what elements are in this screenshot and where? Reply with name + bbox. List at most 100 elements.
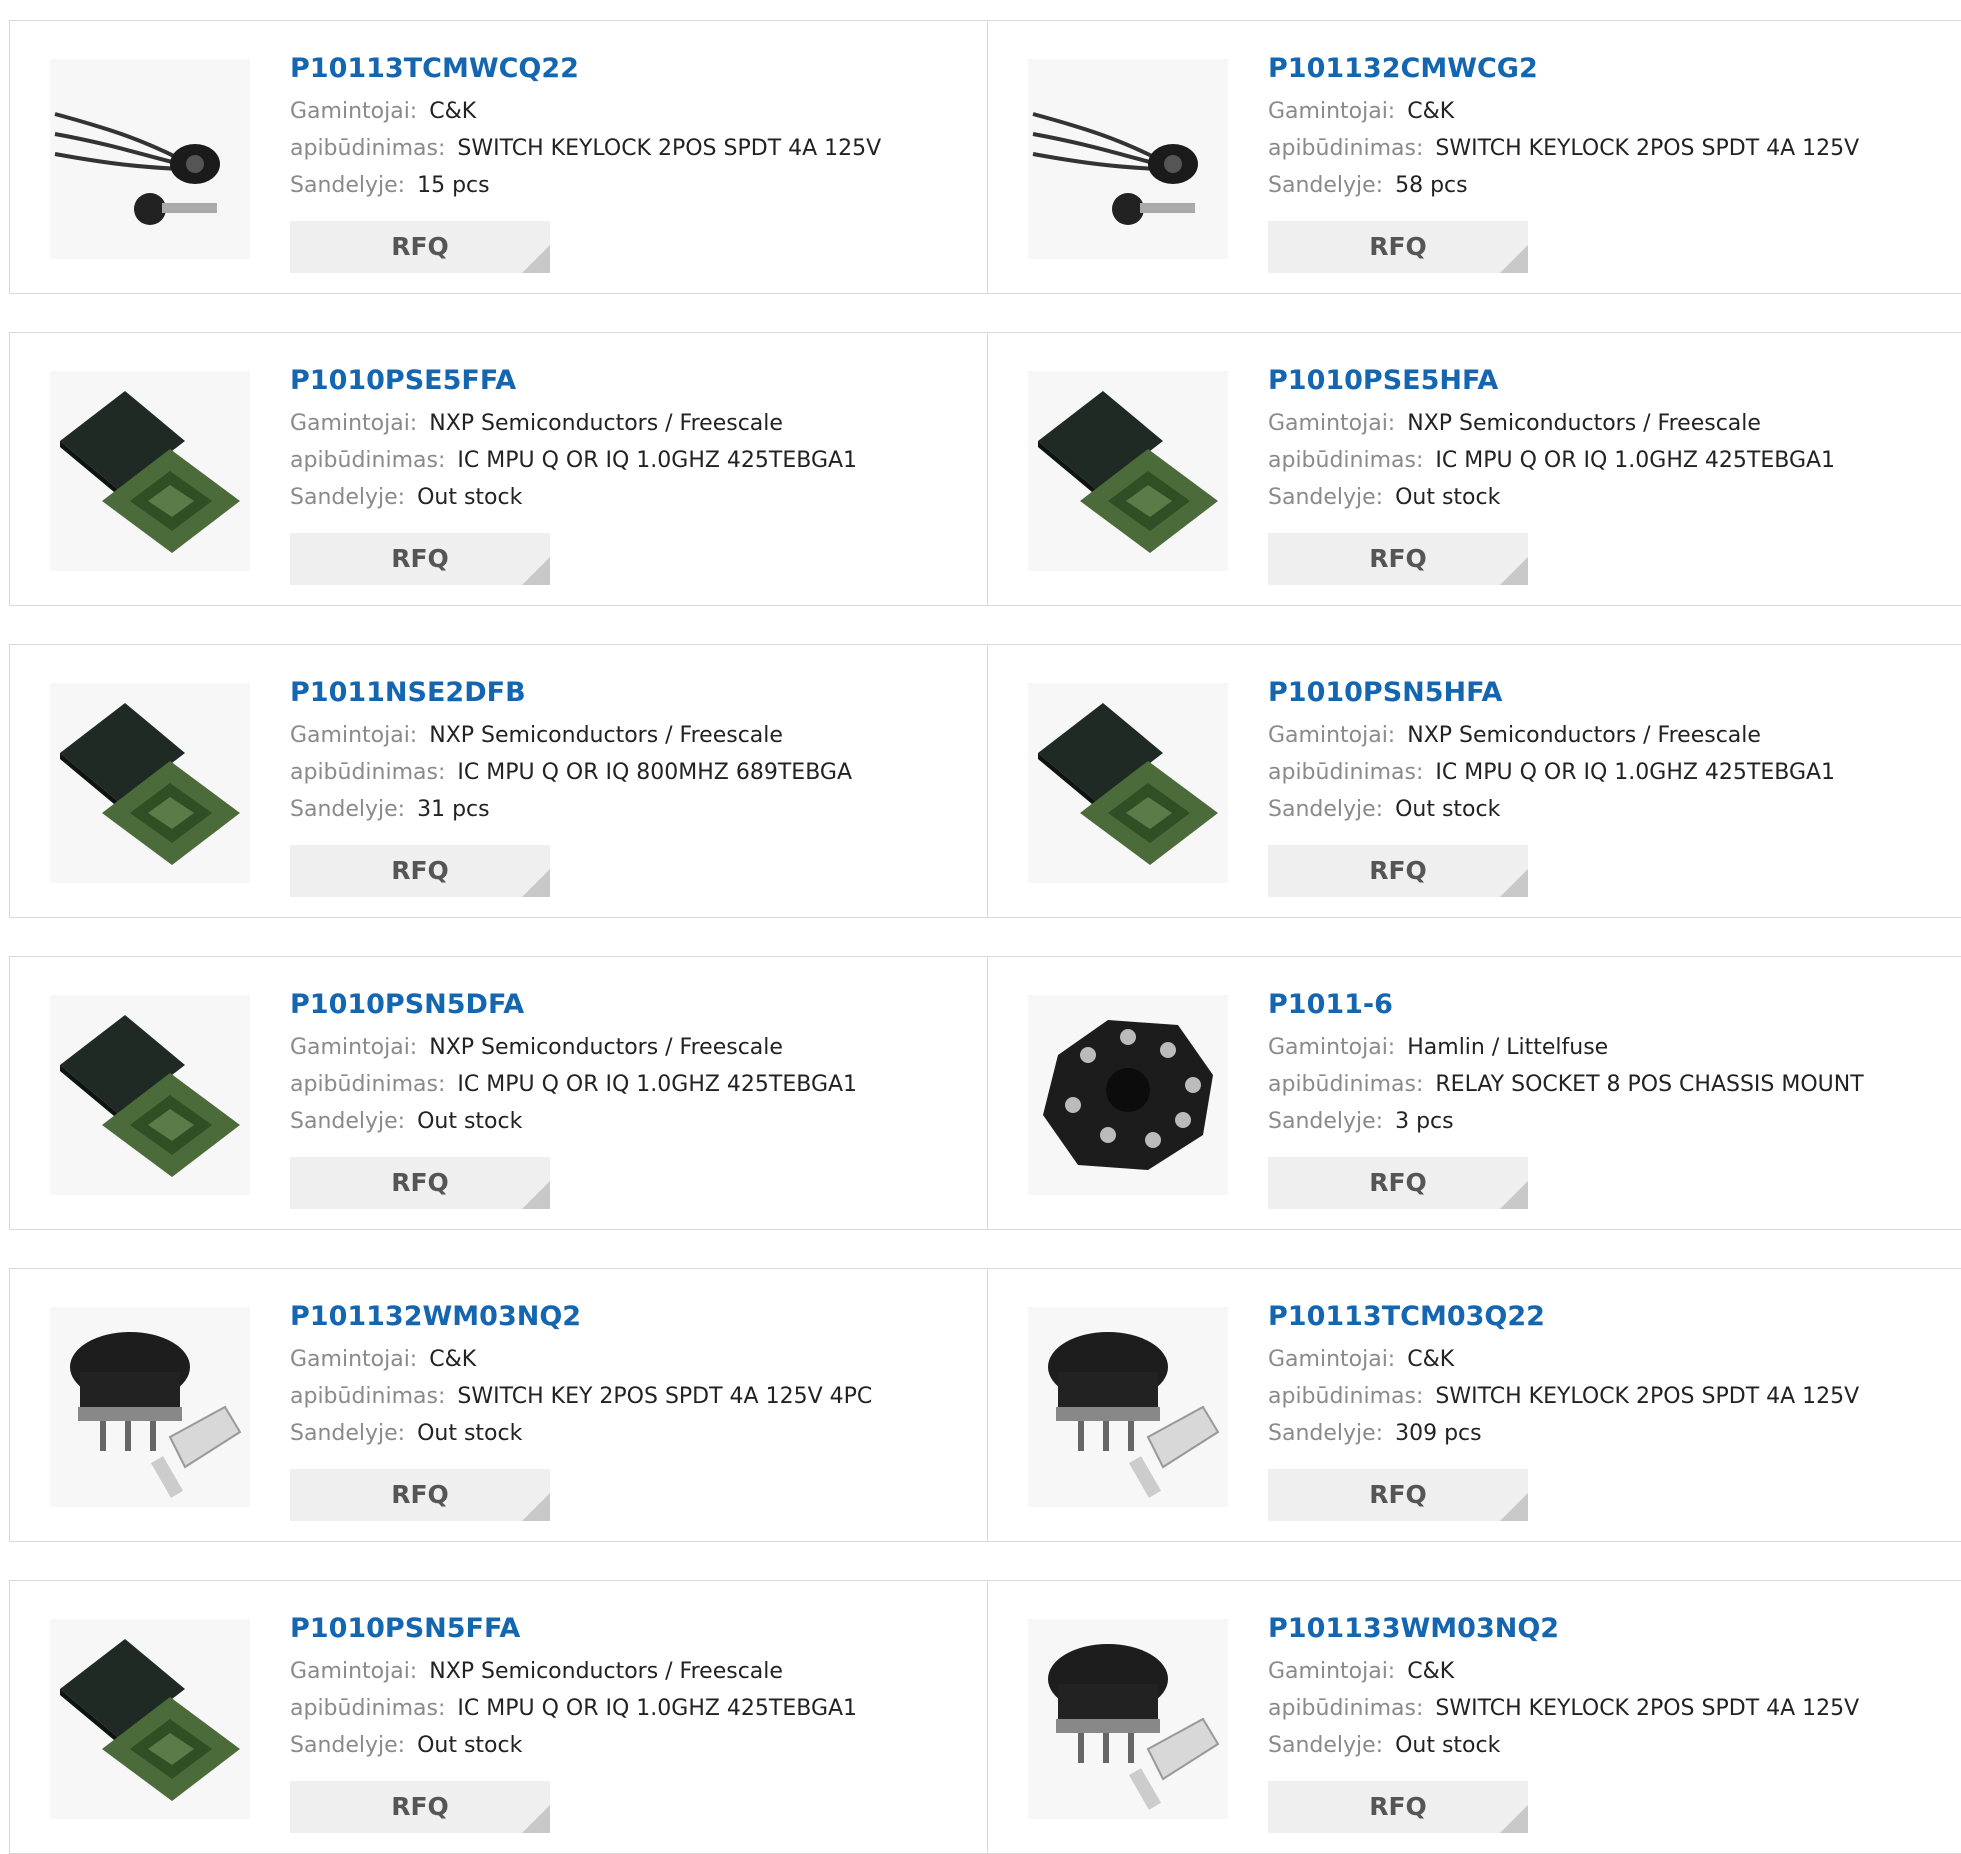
rfq-corner-decoration bbox=[522, 245, 550, 273]
manufacturer-line: Gamintojai: NXP Semiconductors / Freescal… bbox=[290, 717, 852, 754]
keyswitch-panel-icon bbox=[1028, 1619, 1228, 1819]
description-value: SWITCH KEYLOCK 2POS SPDT 4A 125V bbox=[1435, 136, 1860, 161]
rfq-button[interactable]: RFQ bbox=[1268, 1157, 1528, 1209]
manufacturer-value: Hamlin / Littelfuse bbox=[1407, 1035, 1609, 1060]
product-link[interactable]: P1010PSE5FFA bbox=[290, 363, 857, 399]
rfq-button[interactable]: RFQ bbox=[1268, 533, 1528, 585]
description-label: apibūdinimas: bbox=[290, 1072, 446, 1097]
product-link[interactable]: P101132WM03NQ2 bbox=[290, 1299, 872, 1335]
product-info: P1010PSE5FFA Gamintojai: NXP Semiconductor… bbox=[290, 363, 857, 516]
description-label: apibūdinimas: bbox=[290, 448, 446, 473]
product-link[interactable]: P1010PSN5FFA bbox=[290, 1611, 857, 1647]
rfq-button[interactable]: RFQ bbox=[1268, 845, 1528, 897]
product-card: P1010PSE5FFA Gamintojai: NXP Semiconductor… bbox=[10, 333, 988, 605]
stock-value: 31 pcs bbox=[417, 797, 490, 822]
product-row: P10113TCMWCQ22 Gamintojai: C&K apibūdinimas… bbox=[9, 20, 1961, 294]
product-card: P1011NSE2DFB Gamintojai: NXP Semiconductor… bbox=[10, 645, 988, 917]
stock-label: Sandelyje: bbox=[1268, 1109, 1384, 1134]
bga-chip-icon bbox=[1028, 683, 1228, 883]
stock-value: Out stock bbox=[1395, 485, 1501, 510]
manufacturer-label: Gamintojai: bbox=[1268, 1659, 1396, 1684]
rfq-button[interactable]: RFQ bbox=[1268, 1469, 1528, 1521]
stock-label: Sandelyje: bbox=[290, 1421, 406, 1446]
product-link[interactable]: P1011-6 bbox=[1268, 987, 1864, 1023]
product-card: P10113TCMWCQ22 Gamintojai: C&K apibūdinimas… bbox=[10, 21, 988, 293]
description-value: IC MPU Q OR IQ 1.0GHZ 425TEBGA1 bbox=[457, 1072, 858, 1097]
product-link[interactable]: P1010PSN5DFA bbox=[290, 987, 857, 1023]
description-label: apibūdinimas: bbox=[1268, 448, 1424, 473]
rfq-button[interactable]: RFQ bbox=[290, 1157, 550, 1209]
rfq-label: RFQ bbox=[391, 1480, 449, 1509]
product-link[interactable]: P10113TCM03Q22 bbox=[1268, 1299, 1859, 1335]
product-link[interactable]: P101133WM03NQ2 bbox=[1268, 1611, 1859, 1647]
product-info: P101132WM03NQ2 Gamintojai: C&K apibūdinimas… bbox=[290, 1299, 872, 1452]
stock-line: Sandelyje: Out stock bbox=[1268, 479, 1835, 516]
description-value: RELAY SOCKET 8 POS CHASSIS MOUNT bbox=[1435, 1072, 1864, 1097]
description-label: apibūdinimas: bbox=[290, 1696, 446, 1721]
product-info: P1011-6 Gamintojai: Hamlin / Littelfuse api… bbox=[1268, 987, 1864, 1140]
product-card: P101132WM03NQ2 Gamintojai: C&K apibūdinimas… bbox=[10, 1269, 988, 1541]
description-value: SWITCH KEYLOCK 2POS SPDT 4A 125V bbox=[1435, 1696, 1860, 1721]
rfq-button[interactable]: RFQ bbox=[290, 221, 550, 273]
stock-value: Out stock bbox=[417, 1733, 523, 1758]
manufacturer-line: Gamintojai: NXP Semiconductors / Freescal… bbox=[290, 1653, 857, 1690]
manufacturer-line: Gamintojai: NXP Semiconductors / Freescal… bbox=[290, 1029, 857, 1066]
stock-line: Sandelyje: 31 pcs bbox=[290, 791, 852, 828]
rfq-label: RFQ bbox=[391, 1792, 449, 1821]
stock-line: Sandelyje: Out stock bbox=[290, 1727, 857, 1764]
manufacturer-value: NXP Semiconductors / Freescale bbox=[429, 723, 783, 748]
manufacturer-label: Gamintojai: bbox=[290, 99, 418, 124]
stock-value: Out stock bbox=[1395, 797, 1501, 822]
rfq-label: RFQ bbox=[1369, 856, 1427, 885]
rfq-button[interactable]: RFQ bbox=[290, 845, 550, 897]
stock-label: Sandelyje: bbox=[1268, 173, 1384, 198]
manufacturer-label: Gamintojai: bbox=[1268, 1347, 1396, 1372]
product-card: P101133WM03NQ2 Gamintojai: C&K apibūdinimas… bbox=[988, 1581, 1961, 1853]
rfq-corner-decoration bbox=[1500, 245, 1528, 273]
rfq-button[interactable]: RFQ bbox=[290, 1781, 550, 1833]
description-value: SWITCH KEY 2POS SPDT 4A 125V 4PC bbox=[457, 1384, 873, 1409]
rfq-button[interactable]: RFQ bbox=[290, 1469, 550, 1521]
stock-value: 309 pcs bbox=[1395, 1421, 1482, 1446]
rfq-label: RFQ bbox=[1369, 1480, 1427, 1509]
manufacturer-value: NXP Semiconductors / Freescale bbox=[1407, 723, 1761, 748]
product-info: P10113TCM03Q22 Gamintojai: C&K apibūdinimas… bbox=[1268, 1299, 1859, 1452]
product-row: P1010PSN5DFA Gamintojai: NXP Semiconductor… bbox=[9, 956, 1961, 1230]
rfq-corner-decoration bbox=[522, 557, 550, 585]
manufacturer-label: Gamintojai: bbox=[290, 723, 418, 748]
product-link[interactable]: P1011NSE2DFB bbox=[290, 675, 852, 711]
manufacturer-value: C&K bbox=[429, 1347, 477, 1372]
product-card: P1010PSE5HFA Gamintojai: NXP Semiconductor… bbox=[988, 333, 1961, 605]
rfq-button[interactable]: RFQ bbox=[1268, 1781, 1528, 1833]
stock-value: 58 pcs bbox=[1395, 173, 1468, 198]
product-info: P101133WM03NQ2 Gamintojai: C&K apibūdinimas… bbox=[1268, 1611, 1859, 1764]
description-line: apibūdinimas: SWITCH KEYLOCK 2POS SPDT 4A… bbox=[1268, 1378, 1859, 1415]
manufacturer-label: Gamintojai: bbox=[290, 411, 418, 436]
rfq-corner-decoration bbox=[1500, 557, 1528, 585]
description-line: apibūdinimas: SWITCH KEYLOCK 2POS SPDT 4A… bbox=[1268, 130, 1859, 167]
rfq-corner-decoration bbox=[1500, 1181, 1528, 1209]
description-value: SWITCH KEYLOCK 2POS SPDT 4A 125V bbox=[1435, 1384, 1860, 1409]
stock-line: Sandelyje: 3 pcs bbox=[1268, 1103, 1864, 1140]
stock-value: Out stock bbox=[417, 1421, 523, 1446]
product-link[interactable]: P10113TCMWCQ22 bbox=[290, 51, 881, 87]
manufacturer-label: Gamintojai: bbox=[1268, 723, 1396, 748]
product-link[interactable]: P101132CMWCG2 bbox=[1268, 51, 1859, 87]
description-label: apibūdinimas: bbox=[1268, 1072, 1424, 1097]
manufacturer-value: C&K bbox=[1407, 1347, 1455, 1372]
rfq-label: RFQ bbox=[391, 856, 449, 885]
rfq-button[interactable]: RFQ bbox=[290, 533, 550, 585]
rfq-label: RFQ bbox=[1369, 544, 1427, 573]
product-link[interactable]: P1010PSN5HFA bbox=[1268, 675, 1835, 711]
product-link[interactable]: P1010PSE5HFA bbox=[1268, 363, 1835, 399]
description-line: apibūdinimas: RELAY SOCKET 8 POS CHASSIS … bbox=[1268, 1066, 1864, 1103]
product-card: P1010PSN5DFA Gamintojai: NXP Semiconductor… bbox=[10, 957, 988, 1229]
description-value: IC MPU Q OR IQ 1.0GHZ 425TEBGA1 bbox=[1435, 760, 1836, 785]
bga-chip-icon bbox=[1028, 371, 1228, 571]
keyswitch-panel-icon bbox=[50, 1307, 250, 1507]
description-label: apibūdinimas: bbox=[290, 760, 446, 785]
rfq-button[interactable]: RFQ bbox=[1268, 221, 1528, 273]
stock-line: Sandelyje: 309 pcs bbox=[1268, 1415, 1859, 1452]
rfq-label: RFQ bbox=[1369, 232, 1427, 261]
keylock-wired-icon bbox=[1028, 59, 1228, 259]
